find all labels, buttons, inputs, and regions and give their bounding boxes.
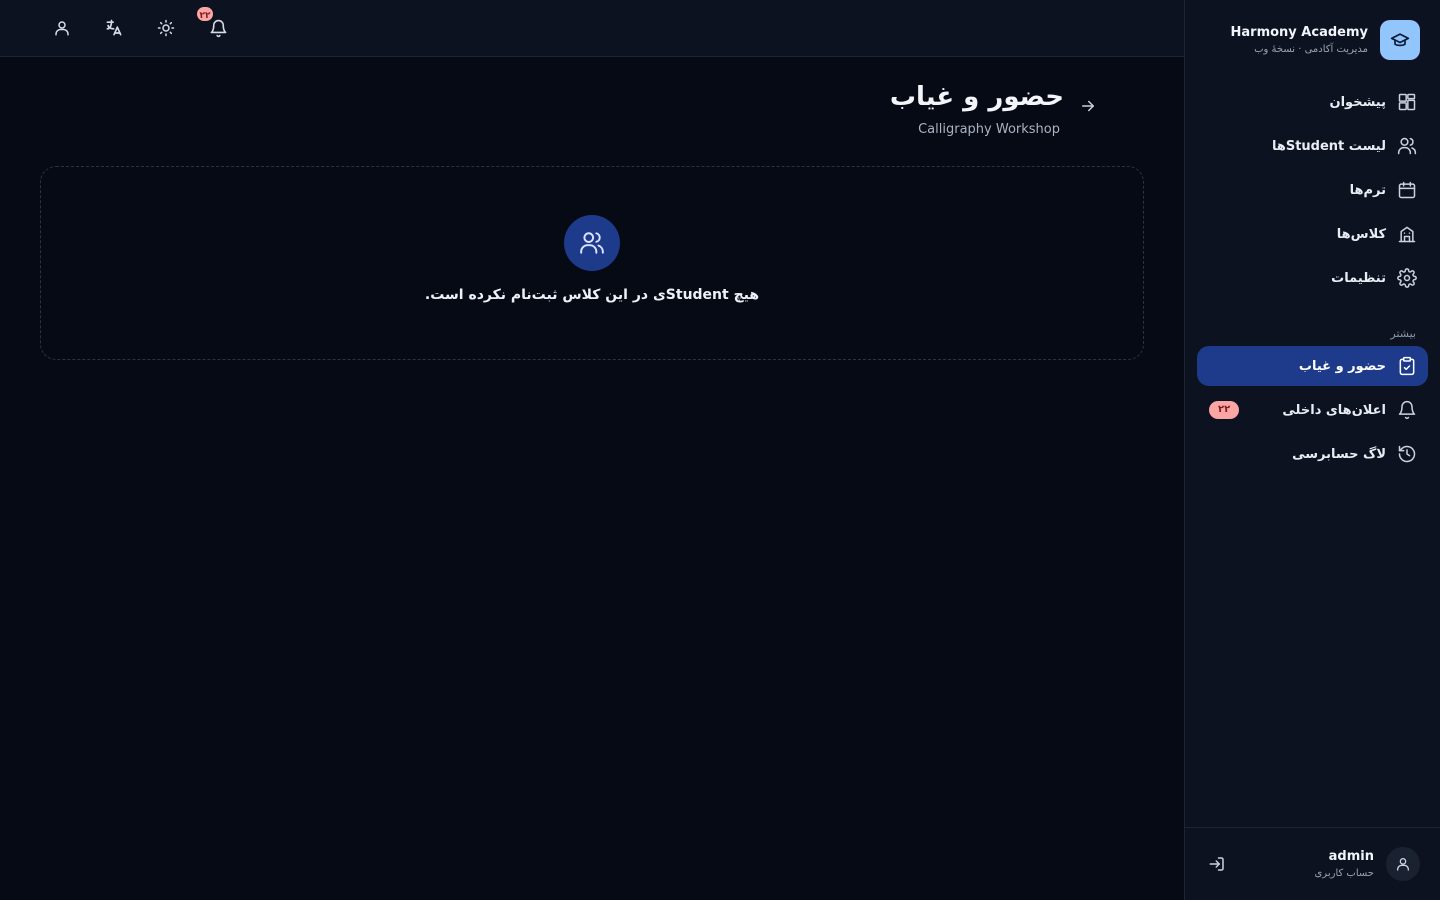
- user-name: admin: [1328, 849, 1374, 864]
- sidebar-item-label: اعلان‌های داخلی: [1282, 402, 1386, 418]
- bell-icon: [1396, 399, 1418, 421]
- sidebar-item-terms[interactable]: ترم‌ها: [1197, 170, 1428, 210]
- sidebar-item-label: لیست Studentها: [1271, 138, 1386, 154]
- logout-button[interactable]: [1205, 852, 1229, 876]
- users-icon: [564, 215, 620, 271]
- top-bar: ۲۲: [0, 0, 1184, 57]
- page-title: حضور و غیاب: [889, 82, 1064, 112]
- user-icon: [53, 19, 71, 37]
- sidebar-item-label: ترم‌ها: [1349, 182, 1386, 198]
- calendar-icon: [1396, 179, 1418, 201]
- user-icon: [1395, 856, 1411, 872]
- sidebar-item-audit-log[interactable]: لاگ حسابرسی: [1197, 434, 1428, 474]
- sidebar-section-title: بیشتر: [1390, 327, 1416, 340]
- profile-button[interactable]: [48, 14, 76, 42]
- sidebar-item-dashboard[interactable]: پیشخوان: [1197, 82, 1428, 122]
- back-button[interactable]: [1076, 94, 1100, 118]
- history-icon: [1396, 443, 1418, 465]
- clipboard-icon: [1396, 355, 1418, 377]
- brand-subtitle: مدیریت آکادمی · نسخهٔ وب: [1254, 44, 1368, 55]
- language-button[interactable]: [100, 14, 128, 42]
- brand-name: Harmony Academy: [1230, 25, 1368, 40]
- dashboard-icon: [1396, 91, 1418, 113]
- bell-icon: [209, 19, 228, 38]
- sidebar-item-label: پیشخوان: [1329, 94, 1387, 110]
- sidebar-item-students[interactable]: لیست Studentها: [1197, 126, 1428, 166]
- sidebar-item-classes[interactable]: کلاس‌ها: [1197, 214, 1428, 254]
- notifications-badge: ۲۲: [195, 5, 215, 23]
- sun-icon: [157, 19, 175, 37]
- notifications-button[interactable]: ۲۲: [195, 5, 232, 42]
- sidebar-item-announcements[interactable]: اعلان‌های داخلی ۲۲: [1197, 390, 1428, 430]
- theme-toggle-button[interactable]: [152, 14, 180, 42]
- logout-icon: [1208, 855, 1226, 873]
- user-account: admin حساب کاربری: [1185, 827, 1440, 900]
- page-header: حضور و غیاب Calligraphy Workshop: [700, 82, 1100, 142]
- school-icon: [1396, 223, 1418, 245]
- user-role: حساب کاربری: [1314, 868, 1374, 879]
- sidebar-item-settings[interactable]: تنظیمات: [1197, 258, 1428, 298]
- empty-state-message: هیچ Studentی در این کلاس ثبت‌نام نکرده ا…: [424, 287, 760, 303]
- sidebar-item-label: کلاس‌ها: [1336, 226, 1386, 242]
- avatar[interactable]: [1386, 847, 1420, 881]
- sidebar-item-label: لاگ حسابرسی: [1292, 446, 1386, 462]
- sidebar-item-attendance[interactable]: حضور و غیاب: [1197, 346, 1428, 386]
- announcements-badge: ۲۲: [1209, 401, 1240, 419]
- graduation-cap-icon: [1380, 20, 1420, 60]
- arrow-right-icon: [1079, 97, 1097, 115]
- sidebar-item-label: حضور و غیاب: [1298, 358, 1386, 374]
- sidebar-item-label: تنظیمات: [1331, 270, 1386, 286]
- page-subtitle: Calligraphy Workshop: [918, 122, 1060, 137]
- empty-state-card: هیچ Studentی در این کلاس ثبت‌نام نکرده ا…: [40, 166, 1144, 360]
- brand: Harmony Academy مدیریت آکادمی · نسخهٔ وب: [1201, 20, 1420, 60]
- translate-icon: [104, 18, 124, 38]
- sidebar-nav: پیشخوان لیست Studentها ترم‌ها کلاس‌ها تن…: [1197, 82, 1428, 478]
- sidebar: Harmony Academy مدیریت آکادمی · نسخهٔ وب…: [1184, 0, 1440, 900]
- gear-icon: [1396, 267, 1418, 289]
- users-icon: [1396, 135, 1418, 157]
